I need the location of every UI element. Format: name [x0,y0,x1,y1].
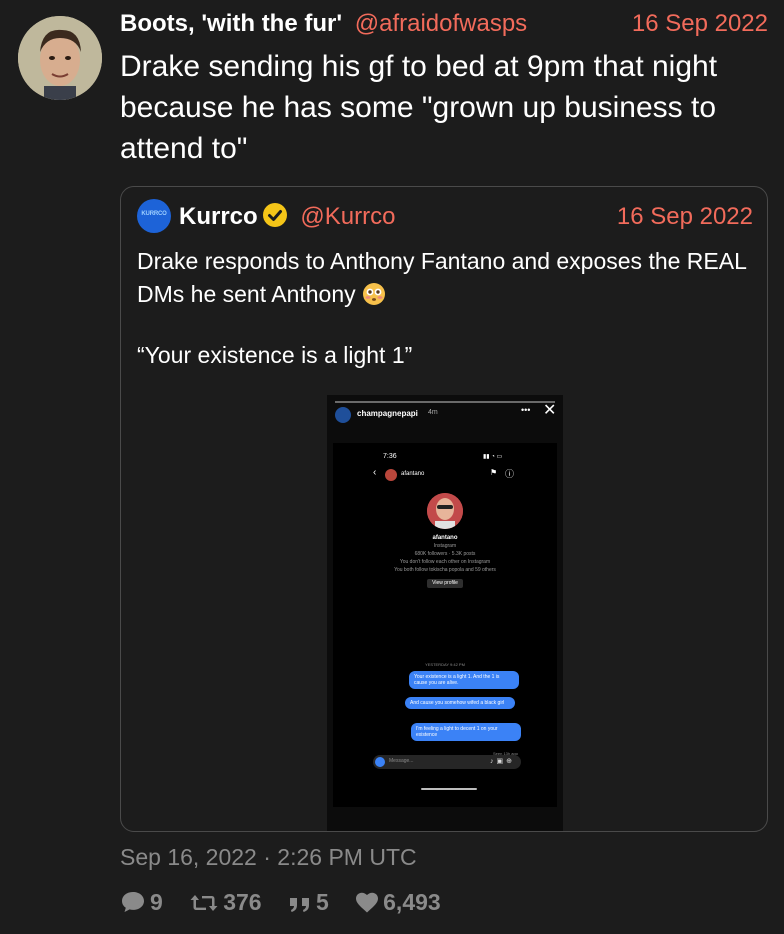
dm-message-bubble: Your existence is a light 1. And the 1 i… [409,671,519,689]
dm-message-placeholder: Message... [389,758,414,764]
dm-profile-name: afantano [432,535,458,541]
tweet-date[interactable]: 16 Sep 2022 [632,8,768,40]
quote-author-handle[interactable]: @Kurrco [300,203,395,230]
story-screen: 7:36 ▮▮ ◔ ▭ ‹ afantano ⚑ ⓘ afantano Inst… [333,443,557,807]
screen-status-icons: ▮▮ ◔ ▭ [483,454,503,460]
story-close-icon: ✕ [543,402,557,419]
dm-composer-icons: ♪▣⊕ [490,758,515,765]
dm-message-bubble: I'm feeling a light to decent 1 on your … [411,723,521,741]
author-handle[interactable]: @afraidofwasps [355,10,527,37]
quote-text-quote: “Your existence is a light 1” [137,342,413,368]
like-count: 6,493 [383,889,441,915]
tweet-timestamp[interactable]: Sep 16, 2022 · 2:26 PM UTC [120,842,417,872]
story-more-icon: ••• [521,405,531,415]
tweet-text: Drake sending his gf to bed at 9pm that … [120,50,718,165]
author-name[interactable]: Boots, 'with the fur' [120,10,342,37]
story-progress-bar [335,401,555,403]
story-time: 4m [428,409,438,416]
dm-message-bubble: And cause you somehow wifed a black girl [405,697,515,709]
retweet-stat[interactable]: 376 [189,886,262,918]
quoted-tweet[interactable]: KURRCO Kurrco @Kurrco 16 Sep 2022 Drake … [120,186,768,832]
retweet-count: 376 [223,889,262,915]
dm-date-divider: YESTERDAY 9:42 PM [425,662,465,667]
author-avatar-image [18,16,102,100]
quote-icon [289,898,309,912]
tweet-header: Boots, 'with the fur' @afraidofwasps 16 … [120,8,768,42]
story-avatar [335,407,351,423]
dm-follow-status: You don't follow each other on Instagram [399,559,491,565]
dm-profile-sub: Instagram [433,543,457,549]
quote-stat[interactable]: 5 [288,886,329,918]
screen-clock: 7:36 [383,453,397,460]
like-stat[interactable]: 6,493 [355,886,441,918]
dm-username: afantano [401,471,425,477]
story-username: champagnepapi [357,409,418,418]
quote-text: Drake responds to Anthony Fantano and ex… [137,245,747,311]
quote-media-image[interactable]: champagnepapi 4m ••• ✕ 7:36 ▮▮ ◔ ▭ ‹ afa… [327,395,563,831]
author-avatar[interactable] [18,16,102,100]
quote-header: Kurrco @Kurrco 16 Sep 2022 [179,201,753,233]
quote-count: 5 [315,889,329,915]
home-indicator [421,788,477,790]
dm-mutuals: You both follow tokischa popola and 59 o… [394,567,496,573]
info-icon: ⓘ [505,469,515,479]
retweet-icon [190,895,218,911]
reply-count: 9 [150,889,163,915]
view-profile-button: View profile [427,579,463,588]
flag-icon: ⚑ [490,468,498,477]
quote-date[interactable]: 16 Sep 2022 [617,201,753,233]
flushed-face-emoji-icon [362,282,386,306]
dm-avatar-small [385,469,397,481]
comment-icon [122,892,144,912]
dm-profile-photo [427,493,463,529]
quote-avatar[interactable]: KURRCO [137,199,171,233]
dm-followers: 680K followers · 5.3K posts [414,551,476,557]
heart-icon [356,892,379,913]
back-chevron-icon: ‹ [373,467,377,478]
reply-stat[interactable]: 9 [120,886,163,918]
tweet-stats: 9 376 5 6,493 [120,886,461,918]
dm-message-bar: Message... ♪▣⊕ [373,755,521,769]
quote-author-name[interactable]: Kurrco [179,203,258,230]
quote-text-body: Drake responds to Anthony Fantano and ex… [137,248,747,307]
verified-badge-icon [262,202,288,237]
quote-avatar-logo: KURRCO [141,211,167,217]
camera-icon [375,757,385,767]
